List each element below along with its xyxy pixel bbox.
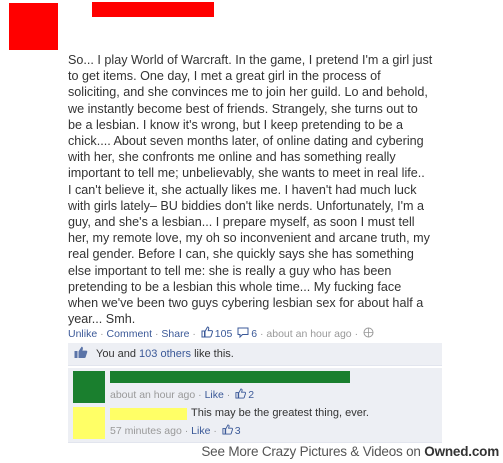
separator: · bbox=[259, 327, 264, 340]
separator: · bbox=[154, 327, 159, 340]
footer-brand: Owned.com bbox=[424, 444, 499, 459]
post-text-line: real gender. Before I can, she quickly s… bbox=[68, 247, 414, 262]
post-timestamp[interactable]: about an hour ago bbox=[266, 328, 351, 340]
comment-item: This may be the greatest thing, ever. 57… bbox=[68, 404, 442, 443]
separator: · bbox=[354, 327, 359, 340]
comment-text: This may be the greatest thing, ever. bbox=[191, 407, 369, 419]
comment-avatar-redacted bbox=[73, 371, 105, 403]
post-text-line: with girls lately– BU biddies don't like… bbox=[68, 198, 424, 213]
comment-timestamp[interactable]: 57 minutes ago bbox=[110, 425, 182, 437]
comment-meta: 57 minutes ago · Like · 3 bbox=[110, 424, 241, 438]
post-author-avatar-redacted bbox=[9, 3, 58, 50]
post-text-line: chick.... About seven months later, of o… bbox=[68, 134, 424, 149]
thumbs-up-icon bbox=[222, 424, 233, 438]
comment-like-count[interactable]: 3 bbox=[235, 425, 241, 437]
likes-others-link[interactable]: 103 others bbox=[139, 348, 191, 360]
post-text-line: her, my remote love, my oh so inconvenie… bbox=[68, 231, 430, 246]
post-message: So... I play World of Warcraft. In the g… bbox=[68, 52, 473, 327]
comment-meta: about an hour ago · Like · 2 bbox=[110, 388, 255, 402]
post-text-line: be a lesbian. I know it's wrong, but I k… bbox=[68, 117, 403, 132]
post-text-line: soliciting, and she convinces me to join… bbox=[68, 85, 428, 100]
watermark-footer: See More Crazy Pictures & Videos on Owne… bbox=[201, 444, 499, 459]
thumbs-up-icon bbox=[235, 388, 247, 402]
comment-avatar-redacted bbox=[73, 407, 105, 439]
comment-like-link[interactable]: Like bbox=[205, 389, 224, 401]
separator: · bbox=[100, 327, 104, 340]
comment-like-count[interactable]: 2 bbox=[248, 389, 254, 401]
comment-link[interactable]: Comment bbox=[107, 328, 153, 340]
post-text-line: So... I play World of Warcraft. In the g… bbox=[68, 53, 433, 67]
post-text-line: else important to tell me: she is really… bbox=[68, 263, 392, 278]
likes-like-this: like this. bbox=[194, 348, 234, 360]
comment-like-link[interactable]: Like bbox=[191, 425, 210, 437]
thumbs-up-icon bbox=[201, 326, 213, 341]
post-text-line: pretending to be a lesbian this whole ti… bbox=[68, 279, 402, 294]
post-text-line: guy, and she's a lesbian... I prepare my… bbox=[68, 215, 415, 230]
post-text-line: when we've been two guys cybering lesbia… bbox=[68, 296, 424, 311]
unlike-link[interactable]: Unlike bbox=[68, 328, 97, 340]
comment-timestamp[interactable]: about an hour ago bbox=[110, 389, 195, 401]
globe-icon bbox=[363, 327, 374, 341]
likes-you-and: You and bbox=[96, 348, 136, 360]
comment-bubble-icon bbox=[237, 327, 249, 341]
post-text-line: I can't believe it, she actually likes m… bbox=[68, 182, 417, 197]
like-count[interactable]: 105 bbox=[215, 328, 233, 340]
comment-name-redacted bbox=[110, 408, 187, 420]
likes-summary-bar: You and 103 others like this. bbox=[68, 343, 442, 366]
post-actions: Unlike · Comment · Share · 105 6 · about… bbox=[68, 326, 376, 341]
comment-name-redacted bbox=[110, 371, 350, 383]
post-text-line: important to tell me; unbelievably, she … bbox=[68, 166, 425, 181]
footer-prefix: See More Crazy Pictures & Videos on bbox=[201, 444, 421, 459]
separator: · bbox=[192, 327, 196, 340]
post-author-name-redacted bbox=[92, 2, 214, 17]
thumbs-up-icon bbox=[74, 346, 88, 362]
post-text-line: we instantly become best of friends. Str… bbox=[68, 101, 418, 116]
post-text-line: with her, she confronts me online and ha… bbox=[68, 150, 396, 165]
comment-item: about an hour ago · Like · 2 bbox=[68, 368, 442, 408]
post-text-line: to get items. One day, I met a great gir… bbox=[68, 69, 381, 84]
share-link[interactable]: Share bbox=[161, 328, 189, 340]
